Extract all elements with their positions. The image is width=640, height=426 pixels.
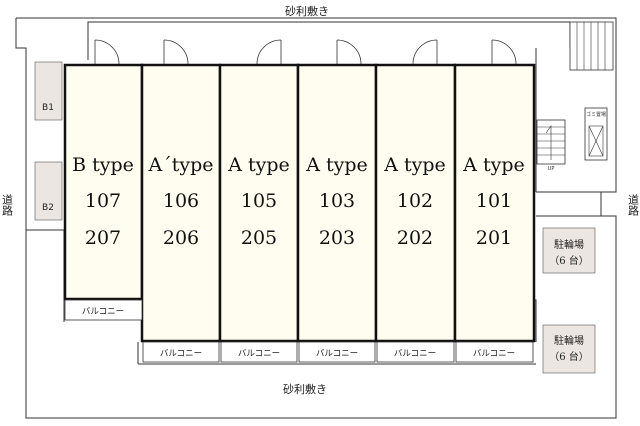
unit-type-label: A type bbox=[305, 154, 368, 176]
unit-room-upper: 103 bbox=[319, 190, 355, 212]
unit-room-lower: 202 bbox=[397, 227, 433, 249]
parking-label-b2: B2 bbox=[42, 203, 54, 213]
unit-103-203: A type 103 203 bbox=[296, 63, 378, 343]
door-107 bbox=[94, 39, 120, 65]
unit-room-lower: 203 bbox=[319, 227, 355, 249]
bike-parking-1-line1: 駐輪場 bbox=[554, 238, 584, 251]
gravel-label-top: 砂利敷き bbox=[285, 4, 329, 18]
door-103 bbox=[336, 39, 362, 65]
gravel-label-bottom: 砂利敷き bbox=[283, 382, 327, 396]
unit-type-label: A type bbox=[383, 154, 446, 176]
door-105 bbox=[256, 39, 282, 65]
door-101 bbox=[491, 39, 517, 65]
unit-101-201: A type 101 201 bbox=[453, 63, 536, 343]
unit-room-lower: 207 bbox=[85, 227, 121, 249]
balcony-label-103: バルコニー bbox=[316, 349, 358, 359]
unit-107-207: B type 107 207 bbox=[63, 63, 144, 301]
unit-type-label: A type bbox=[227, 154, 290, 176]
balcony-label-101: バルコニー bbox=[473, 349, 515, 359]
stair-right bbox=[536, 119, 566, 165]
unit-type-label: A´type bbox=[148, 154, 214, 176]
unit-room-upper: 107 bbox=[85, 190, 121, 212]
unit-room-upper: 105 bbox=[241, 190, 277, 212]
stair-up-label: UP bbox=[548, 166, 555, 172]
parking-label-b1: B1 bbox=[42, 103, 54, 113]
garbage-label: ゴミ置場 bbox=[586, 111, 606, 118]
balcony-label-102: バルコニー bbox=[394, 349, 436, 359]
bike-parking-2 bbox=[542, 324, 596, 374]
unit-room-upper: 101 bbox=[476, 190, 512, 212]
bike-parking-1-line2: （6 台） bbox=[549, 254, 589, 267]
bike-parking-2-line1: 駐輪場 bbox=[554, 334, 584, 347]
stair-upper bbox=[569, 21, 614, 71]
unit-106-206: A´type 106 206 bbox=[140, 63, 222, 343]
floor-plan: 砂利敷き 砂利敷き 道路 道路 B1 B2 B type 107 207 A´t… bbox=[1, 4, 640, 419]
road-label-right: 道路 bbox=[627, 193, 640, 217]
unit-room-lower: 201 bbox=[476, 227, 512, 249]
balcony-label-105: バルコニー bbox=[238, 349, 280, 359]
unit-type-label: B type bbox=[72, 154, 134, 176]
unit-box bbox=[63, 63, 144, 301]
balcony-label-106: バルコニー bbox=[160, 349, 202, 359]
unit-room-lower: 205 bbox=[241, 227, 277, 249]
unit-room-upper: 102 bbox=[397, 190, 433, 212]
unit-room-upper: 106 bbox=[163, 190, 199, 212]
unit-105-205: A type 105 205 bbox=[218, 63, 300, 343]
unit-102-202: A type 102 202 bbox=[374, 63, 457, 343]
unit-room-lower: 206 bbox=[163, 227, 199, 249]
unit-type-label: A type bbox=[462, 154, 525, 176]
balcony-label-107: バルコニー bbox=[82, 307, 124, 317]
door-106 bbox=[163, 39, 189, 65]
door-102 bbox=[412, 39, 438, 65]
road-label-left: 道路 bbox=[1, 193, 14, 217]
bike-parking-2-line2: （6 台） bbox=[549, 350, 589, 363]
